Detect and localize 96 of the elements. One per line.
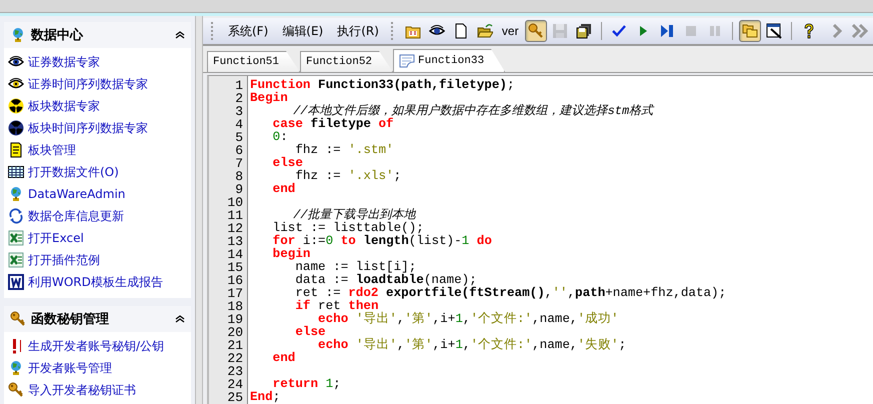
key-icon (528, 23, 544, 39)
code-line: return 1; (272, 378, 342, 391)
line-number: 2 (234, 92, 244, 105)
line-number: 14 (226, 248, 244, 261)
key-icon (10, 311, 26, 327)
sidebar-link[interactable]: 导入开发者秘钥证书 (8, 379, 191, 401)
line-number: 1 (234, 79, 244, 92)
open-folder-icon (476, 23, 493, 39)
line-number: 24 (226, 378, 244, 391)
line-number: 22 (226, 352, 244, 365)
globe-icon (8, 360, 24, 376)
note-icon (8, 142, 24, 158)
new-file-icon (452, 23, 469, 39)
editor-tab[interactable]: Function33 (393, 49, 506, 72)
code-line: for i:=0 to length(list)-1 do (272, 235, 493, 248)
save-all-icon (576, 23, 592, 39)
code-line: //批量下载导出到本地 (293, 209, 416, 222)
document-icon (399, 54, 416, 68)
menu-item[interactable]: 系统(F) (222, 20, 274, 42)
window-icon (766, 23, 782, 39)
line-number: 10 (226, 196, 244, 209)
spreadsheet-icon (8, 252, 24, 268)
code-line: End; (250, 391, 282, 404)
line-number: 11 (226, 209, 244, 222)
check-icon (610, 23, 627, 39)
line-number: 4 (234, 118, 244, 131)
code-line: echo '导出','第',i+1,'个文件:',name,'成功' (318, 313, 620, 326)
line-number: 12 (226, 222, 244, 235)
line-number: 20 (226, 326, 244, 339)
sidebar-link[interactable]: 板块数据专家 (8, 95, 191, 117)
line-number: 6 (234, 144, 244, 157)
code-line: else (294, 326, 326, 339)
code-line: data := loadtable(name); (294, 274, 477, 287)
sidebar-link[interactable]: 证券时间序列数据专家 (8, 73, 191, 95)
code-line: 0: (272, 131, 289, 144)
collapse-icon[interactable] (175, 31, 185, 39)
editor-tab[interactable]: Function51 (207, 51, 300, 72)
menu-item[interactable]: 执行(R) (331, 20, 385, 42)
menu-item[interactable]: 编辑(E) (276, 20, 330, 42)
line-number: 16 (226, 274, 244, 287)
code-line: if ret then (294, 300, 378, 313)
folders-icon (742, 23, 758, 39)
save-icon (552, 23, 568, 39)
code-line: fhz := '.stm' (295, 144, 395, 157)
line-number: 21 (226, 339, 244, 352)
editor-tab[interactable]: Function52 (300, 51, 394, 72)
table-icon (8, 164, 24, 180)
code-line: end (272, 352, 296, 365)
sidebar-link[interactable]: 利用WORD模板生成报告 (8, 271, 191, 293)
code-line: ret := rdo2 exportfile(ftStream(),'',path+name+fhz,data); (294, 287, 726, 300)
step-icon (658, 23, 675, 39)
code-line: list := listtable(); (272, 222, 424, 235)
collapse-icon[interactable] (175, 315, 185, 323)
toolbar-button[interactable]: ver (498, 20, 523, 42)
sidebar-link[interactable]: 打开插件范例 (8, 249, 191, 271)
radiation-icon (8, 120, 24, 136)
radiation-icon (8, 98, 24, 114)
sidebar-link[interactable]: 证券数据专家 (8, 51, 191, 73)
line-number: 19 (226, 313, 244, 326)
code-line: fhz := '.xls'; (294, 170, 402, 183)
sidebar-link[interactable]: 板块时间序列数据专家 (8, 117, 191, 139)
line-number: 25 (226, 391, 244, 404)
line-number: 3 (234, 105, 244, 118)
line-number: 18 (226, 300, 244, 313)
sidebar-link[interactable]: 打开Excel (8, 227, 191, 249)
code-line: end (272, 183, 296, 196)
code-line: name := list[i]; (294, 261, 416, 274)
group-title: 数据中心 (31, 26, 84, 44)
code-line: Begin (250, 92, 289, 105)
sidebar-link[interactable]: 开发者账号管理 (8, 357, 191, 379)
globe-icon (8, 186, 24, 202)
line-number: 15 (226, 261, 244, 274)
sidebar-link[interactable]: DataWareAdmin (8, 183, 191, 205)
line-number: 17 (226, 287, 244, 300)
code-line: //本地文件后缀，如果用户数据中存在多维数组，建议选择stm格式 (292, 105, 656, 118)
document-icon (8, 274, 24, 290)
sync-icon (8, 208, 24, 224)
line-number: 9 (234, 183, 244, 196)
group-title: 函数秘钥管理 (31, 311, 110, 328)
line-number: 5 (234, 131, 244, 144)
code-line: case filetype of (272, 118, 395, 131)
line-number: 13 (226, 235, 244, 248)
sidebar-link[interactable]: 打开数据文件(O) (8, 161, 191, 183)
sidebar-link[interactable]: 生成开发者账号秘钥/公钥 (8, 335, 191, 357)
code-line: Function Function33(path,filetype); (250, 79, 516, 92)
key-icon (8, 382, 24, 398)
code-line: echo '导出','第',i+1,'个文件:',name,'失败'; (317, 339, 628, 352)
line-number: 7 (234, 157, 244, 170)
code-line: else (272, 157, 303, 170)
spreadsheet-icon (8, 230, 24, 246)
globe-icon (10, 27, 26, 43)
line-number: 23 (226, 365, 244, 378)
code-line: begin (272, 248, 312, 261)
sidebar-link[interactable]: 板块管理 (8, 139, 191, 161)
sidebar-link[interactable]: 数据仓库信息更新 (8, 205, 191, 227)
line-number: 8 (234, 170, 244, 183)
